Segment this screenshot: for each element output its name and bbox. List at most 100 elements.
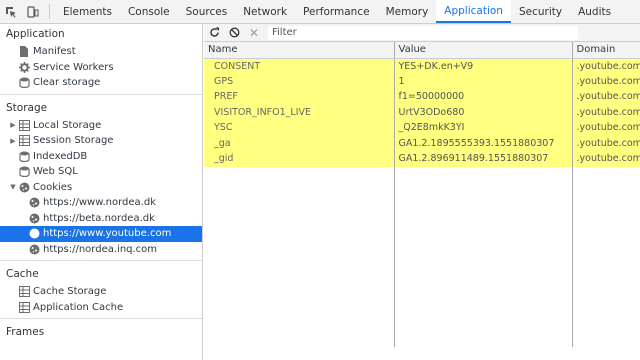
cookie-domain-cell[interactable]: .youtube.com — [572, 120, 640, 136]
tab-performance[interactable]: Performance — [295, 0, 378, 23]
clear-all-icon[interactable] — [224, 24, 244, 42]
table-row[interactable]: VISITOR_INFO1_LIVE UrtV3ODo680 .youtube.co… — [204, 104, 640, 120]
device-toolbar-icon[interactable] — [22, 0, 44, 23]
table-row[interactable]: YSC _Q2E8mkK3YI .youtube.com — [204, 120, 640, 136]
tab-network[interactable]: Network — [235, 0, 295, 23]
grid-storage-icon — [18, 301, 30, 313]
cookie-name-cell[interactable]: _ga — [204, 135, 395, 151]
delete-selected-icon[interactable]: ✕ — [244, 24, 264, 42]
table-row[interactable]: PREF f1=50000000 .youtube.com — [204, 89, 640, 105]
sidebar-divider — [0, 93, 202, 95]
cookie-name-cell[interactable]: YSC — [204, 120, 395, 136]
expand-arrow-icon[interactable]: ▶ — [8, 137, 18, 145]
cookies-table: Name Value Domain CONSENT YES+DK.en+V9 .yo… — [204, 42, 640, 347]
table-row[interactable]: GPS 1 .youtube.com — [204, 73, 640, 89]
cookie-domain-cell[interactable]: .youtube.com — [572, 135, 640, 151]
sidebar-item-clear-storage[interactable]: Clear storage — [0, 75, 202, 91]
sidebar-item-cache-storage[interactable]: Cache Storage — [0, 284, 202, 300]
sidebar-item-cookie-site[interactable]: https://www.youtube.com — [0, 226, 202, 242]
cookie-value-cell[interactable]: UrtV3ODo680 — [394, 104, 573, 120]
sidebar-divider — [0, 260, 202, 261]
tab-audits[interactable]: Audits — [570, 0, 619, 23]
cookie-icon — [18, 181, 30, 193]
sidebar-item-label: Service Workers — [33, 61, 114, 73]
tab-application[interactable]: Application — [436, 0, 511, 23]
cookie-name-cell[interactable]: GPS — [204, 73, 395, 89]
filter-input[interactable] — [268, 25, 578, 40]
cookie-icon — [28, 197, 40, 209]
sidebar-item-manifest[interactable]: Manifest — [0, 44, 202, 60]
sidebar-item-label: Web SQL — [33, 166, 78, 178]
sidebar-item-indexeddb[interactable]: IndexedDB — [0, 149, 202, 165]
sidebar-item-label: IndexedDB — [33, 150, 88, 162]
cookies-table-wrapper: Name Value Domain CONSENT YES+DK.en+V9 .yo… — [204, 42, 640, 347]
sidebar-item-label: Cache Storage — [33, 286, 107, 298]
sidebar-item-label: Clear storage — [33, 77, 101, 89]
cookies-panel: ✕ Name Value Domain CONSENTYES+DK.en+V9.… — [204, 24, 640, 360]
sidebar-item-cookies[interactable]: ▼ Cookies — [0, 180, 202, 196]
tab-elements[interactable]: Elements — [55, 0, 120, 23]
sidebar-item-service-workers[interactable]: Service Workers — [0, 60, 202, 76]
cookie-domain-cell[interactable]: .youtube.com — [572, 151, 640, 167]
table-row[interactable]: _ga GA1.2.1895555393.1551880307 .youtube.c… — [204, 135, 640, 151]
sidebar-item-label: Cookies — [33, 181, 73, 193]
sidebar-item-local-storage[interactable]: ▶ Local Storage — [0, 118, 202, 134]
sidebar-item-label: Local Storage — [33, 119, 102, 131]
sidebar-item-label: https://beta.nordea.dk — [43, 212, 155, 224]
cookie-value-cell[interactable]: GA1.2.896911489.1551880307 — [394, 151, 573, 167]
cookie-name-cell[interactable]: CONSENT — [204, 58, 395, 74]
devtools-tab-bar: Elements Console Sources Network Performance… — [0, 0, 640, 24]
expand-arrow-icon[interactable]: ▶ — [8, 121, 18, 129]
sidebar-item-application-cache[interactable]: Application Cache — [0, 300, 202, 316]
sidebar-item-label: https://nordea.inq.com — [43, 243, 158, 255]
database-icon — [18, 77, 30, 89]
sidebar-item-websql[interactable]: Web SQL — [0, 164, 202, 180]
sidebar-item-label: https://www.youtube.com — [43, 228, 172, 240]
cookie-domain-cell[interactable]: .youtube.com — [572, 104, 640, 120]
table-row[interactable]: CONSENT YES+DK.en+V9 .youtube.com — [204, 58, 640, 74]
tab-security[interactable]: Security — [511, 0, 570, 23]
cookie-icon — [28, 243, 40, 255]
refresh-icon[interactable] — [204, 24, 224, 42]
tab-sources[interactable]: Sources — [178, 0, 236, 23]
cookie-domain-cell[interactable]: .youtube.com — [572, 73, 640, 89]
sidebar-item-label: Application Cache — [33, 301, 124, 313]
cookie-domain-cell[interactable]: .youtube.com — [572, 89, 640, 105]
inspect-element-icon[interactable] — [0, 0, 22, 23]
cookie-value-cell[interactable]: GA1.2.1895555393.1551880307 — [394, 135, 573, 151]
cookie-name-cell[interactable]: VISITOR_INFO1_LIVE — [204, 104, 395, 120]
tab-console[interactable]: Console — [120, 0, 178, 23]
grid-storage-icon — [18, 135, 30, 147]
table-filler-row — [204, 166, 640, 347]
sidebar-item-cookie-site[interactable]: https://beta.nordea.dk — [0, 211, 202, 227]
cookie-value-cell[interactable]: f1=50000000 — [394, 89, 573, 105]
cookie-value-cell[interactable]: 1 — [394, 73, 573, 89]
toolbar-divider — [49, 4, 50, 19]
section-title-cache: Cache — [6, 268, 39, 280]
cookie-name-cell[interactable]: _gid — [204, 151, 395, 167]
collapse-arrow-icon[interactable]: ▼ — [8, 183, 18, 191]
cookie-name-cell[interactable]: PREF — [204, 89, 395, 105]
sidebar-item-session-storage[interactable]: ▶ Session Storage — [0, 133, 202, 149]
cookie-value-cell[interactable]: YES+DK.en+V9 — [394, 58, 573, 74]
grid-storage-icon — [18, 286, 30, 298]
cookie-domain-cell[interactable]: .youtube.com — [572, 58, 640, 74]
column-header-domain[interactable]: Domain — [572, 42, 640, 59]
cookie-value-cell[interactable]: _Q2E8mkK3YI — [394, 120, 573, 136]
section-title-application: Application — [6, 28, 65, 40]
sidebar-item-label: Session Storage — [33, 135, 114, 147]
section-title-frames: Frames — [6, 326, 45, 338]
column-header-name[interactable]: Name — [204, 42, 395, 59]
column-header-value[interactable]: Value — [394, 42, 573, 59]
sidebar-item-label: Manifest — [33, 46, 76, 58]
table-row[interactable]: _gid GA1.2.896911489.1551880307 .youtube.c… — [204, 151, 640, 167]
table-header-row: Name Value Domain — [204, 42, 640, 59]
file-icon — [18, 46, 30, 58]
gear-icon — [18, 61, 30, 73]
tab-memory[interactable]: Memory — [378, 0, 437, 23]
sidebar-divider — [0, 318, 202, 319]
cookie-icon — [28, 228, 40, 240]
sidebar-item-cookie-site[interactable]: https://www.nordea.dk — [0, 195, 202, 211]
sidebar-item-cookie-site[interactable]: https://nordea.inq.com — [0, 242, 202, 258]
grid-storage-icon — [18, 119, 30, 131]
